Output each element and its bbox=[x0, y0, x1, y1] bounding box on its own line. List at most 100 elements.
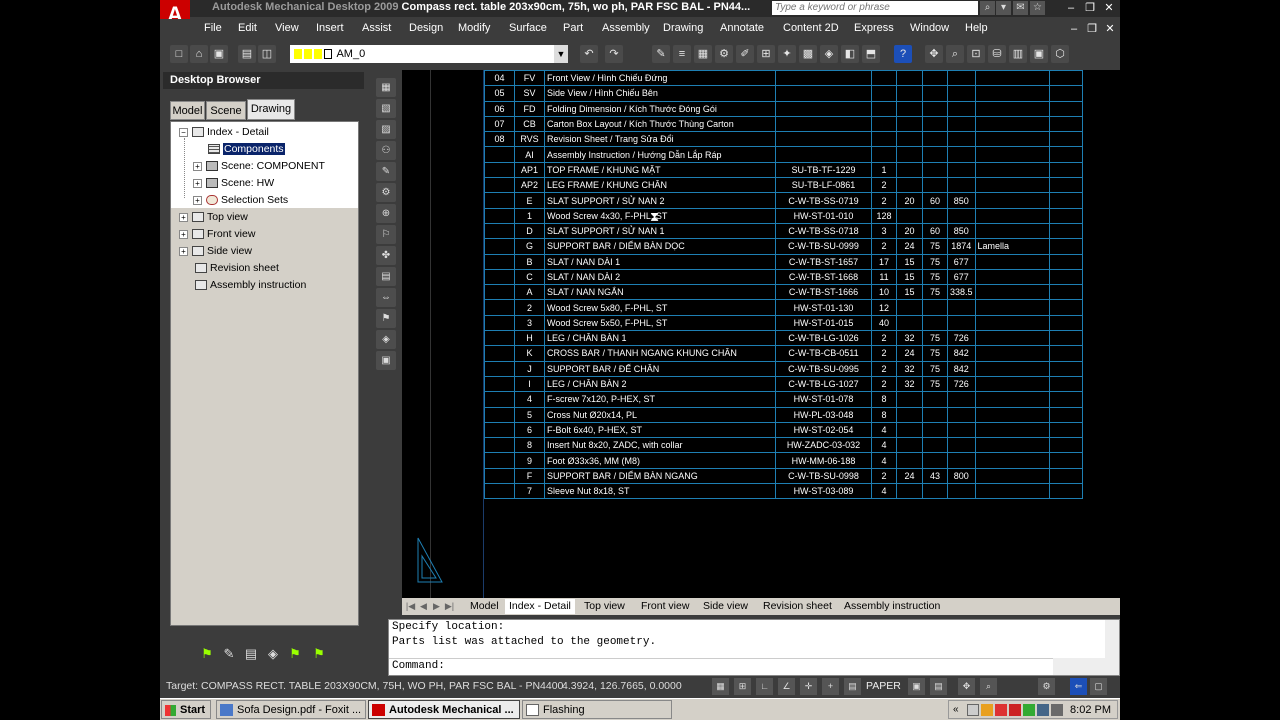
menu-modify[interactable]: Modify bbox=[458, 22, 490, 34]
parts-list-row[interactable]: J SUPPORT BAR / ĐẾ CHÂN C-W-TB-SU-0995 2 32 7… bbox=[484, 360, 1083, 377]
taskbar-foxit-reader[interactable]: Sofa Design.pdf - Foxit ... bbox=[216, 700, 366, 719]
chevron-down-icon[interactable]: ▼ bbox=[554, 45, 568, 63]
search-icon[interactable]: ⌕ bbox=[980, 1, 995, 15]
open-file-icon[interactable]: ⌂ bbox=[190, 45, 208, 63]
snap-toggle-icon[interactable]: ▦ bbox=[712, 678, 729, 695]
edit-dims-icon[interactable]: ⇔ bbox=[376, 288, 396, 307]
parts-list-row[interactable]: 5 Cross Nut Ø20x14, PL HW-PL-03-048 8 bbox=[484, 406, 1083, 423]
tab-model[interactable]: Model bbox=[170, 101, 205, 120]
drawing-canvas[interactable]: ⧗ 04 FV Front View / Hình Chiếu Đứng 05 SV Si… bbox=[402, 70, 1120, 598]
drawing-tool-1-icon[interactable]: ✎ bbox=[652, 45, 670, 63]
menu-part[interactable]: Part bbox=[563, 22, 583, 34]
menu-design[interactable]: Design bbox=[409, 22, 443, 34]
menu-edit[interactable]: Edit bbox=[238, 22, 257, 34]
drawing-tool-5-icon[interactable]: ✐ bbox=[736, 45, 754, 63]
drawing-tool-11-icon[interactable]: ⬒ bbox=[862, 45, 880, 63]
menu-content-2d[interactable]: Content 2D bbox=[783, 22, 839, 34]
last-tab-icon[interactable]: ▶| bbox=[444, 600, 455, 612]
ortho-toggle-icon[interactable]: ∟ bbox=[756, 678, 773, 695]
zoom-icon[interactable]: ⌕ bbox=[946, 45, 964, 63]
tab-top-view[interactable]: Top view bbox=[580, 599, 629, 614]
tree-item-top-view[interactable]: + Top view bbox=[179, 210, 248, 224]
drawing-tool-9-icon[interactable]: ◈ bbox=[820, 45, 838, 63]
collapse-icon[interactable]: − bbox=[179, 127, 188, 137]
coordinate-readout[interactable]: 4.3924, 126.7665, 0.0000 bbox=[562, 680, 682, 692]
communication-center-icon[interactable]: ✉ bbox=[1013, 1, 1028, 15]
zoom-window-icon[interactable]: ⊡ bbox=[967, 45, 985, 63]
help-icon[interactable]: ? bbox=[894, 45, 912, 63]
parts-list-row[interactable]: A SLAT / NAN NGẮN C-W-TB-ST-1666 10 15 75 338.… bbox=[484, 284, 1083, 301]
minimize-button[interactable]: – bbox=[1062, 1, 1080, 15]
drawing-tool-3-icon[interactable]: ▦ bbox=[694, 45, 712, 63]
parts-list-row[interactable]: I LEG / CHÂN BÀN 2 C-W-TB-LG-1027 2 32 75 726 bbox=[484, 375, 1083, 393]
drawing-tool-10-icon[interactable]: ◧ bbox=[841, 45, 859, 63]
parts-list-row[interactable]: H LEG / CHÂN BÀN 1 C-W-TB-LG-1026 2 32 75 726 bbox=[484, 330, 1083, 347]
parts-list-row[interactable]: B SLAT / NAN DÀI 1 C-W-TB-ST-1657 17 15 75 677 bbox=[484, 253, 1083, 270]
preview-icon[interactable]: ◫ bbox=[258, 45, 276, 63]
edit-view-icon[interactable]: ▧ bbox=[376, 99, 396, 118]
next-tab-icon[interactable]: ▶ bbox=[431, 600, 442, 612]
menu-annotate[interactable]: Annotate bbox=[720, 22, 764, 34]
symbol-icon[interactable]: ✤ bbox=[376, 246, 396, 265]
parts-list-row[interactable]: 08 RVS Revision Sheet / Trang Sửa Đổi bbox=[484, 131, 1083, 148]
hole-note-icon[interactable]: ⊕ bbox=[376, 204, 396, 223]
parts-list-row[interactable]: 07 CB Carton Box Layout / Kích Thước Thùng… bbox=[484, 115, 1083, 133]
parts-list-row[interactable]: G SUPPORT BAR / DIỂM BÀN DỌC C-W-TB-SU-099… bbox=[484, 238, 1083, 255]
tray-app-1-icon[interactable] bbox=[967, 704, 979, 716]
drawing-tool-6-icon[interactable]: ⊞ bbox=[757, 45, 775, 63]
tree-item-components[interactable]: Components bbox=[208, 142, 285, 156]
taskbar-flashing[interactable]: Flashing bbox=[522, 700, 672, 719]
polar-toggle-icon[interactable]: ∠ bbox=[778, 678, 795, 695]
dropdown-icon[interactable]: ▾ bbox=[996, 1, 1011, 15]
menu-drawing[interactable]: Drawing bbox=[663, 22, 703, 34]
doc-minimize-button[interactable]: – bbox=[1066, 22, 1082, 36]
menu-file[interactable]: File bbox=[204, 22, 222, 34]
expand-icon[interactable]: + bbox=[179, 229, 188, 239]
volume-icon[interactable] bbox=[1051, 704, 1063, 716]
parts-list-row[interactable]: AP2 LEG FRAME / KHUNG CHÂN SU-TB-LF-0861 2 bbox=[484, 177, 1083, 194]
expand-icon[interactable]: + bbox=[193, 161, 202, 171]
menu-express[interactable]: Express bbox=[854, 22, 894, 34]
tray-app-4-icon[interactable] bbox=[1009, 704, 1021, 716]
3d-view-icon[interactable]: ⬡ bbox=[1051, 45, 1069, 63]
design-center-icon[interactable]: ⛁ bbox=[988, 45, 1006, 63]
parts-list-row[interactable]: C SLAT / NAN DÀI 2 C-W-TB-ST-1668 11 15 75 677 bbox=[484, 268, 1083, 286]
tree-item-scene-hw[interactable]: + Scene: HW bbox=[193, 176, 274, 190]
parts-list-table[interactable]: 04 FV Front View / Hình Chiếu Đứng 05 SV Side… bbox=[484, 70, 1083, 500]
tab-scene[interactable]: Scene bbox=[206, 101, 246, 120]
command-prompt[interactable]: Command: bbox=[392, 660, 445, 672]
update-icon[interactable]: ⚑ bbox=[286, 645, 304, 663]
lineweight-toggle-icon[interactable]: ▤ bbox=[844, 678, 861, 695]
drawing-tool-7-icon[interactable]: ✦ bbox=[778, 45, 796, 63]
parts-list-row[interactable]: 7 Sleeve Nut 8x18, ST HW-ST-03-089 4 bbox=[484, 483, 1083, 500]
balloon-icon[interactable]: ⚐ bbox=[376, 225, 396, 244]
prev-tab-icon[interactable]: ◀ bbox=[418, 600, 429, 612]
expand-icon[interactable]: + bbox=[179, 246, 188, 256]
paper-space-toggle[interactable]: PAPER bbox=[866, 680, 901, 692]
move-view-icon[interactable]: ▨ bbox=[376, 120, 396, 139]
edit-icon[interactable]: ✎ bbox=[220, 645, 238, 663]
drawing-view-icon[interactable]: ◈ bbox=[264, 645, 282, 663]
quick-view-drawings-icon[interactable]: ▤ bbox=[930, 678, 947, 695]
tree-item-side-view[interactable]: + Side view bbox=[179, 244, 252, 258]
grid-toggle-icon[interactable]: ⊞ bbox=[734, 678, 751, 695]
tray-app-5-icon[interactable] bbox=[1023, 704, 1035, 716]
tree-item-selection-sets[interactable]: + Selection Sets bbox=[193, 193, 288, 207]
parts-list-row[interactable]: 1 Wood Screw 4x30, F-PHL, ST HW-ST-01-010 1… bbox=[484, 207, 1083, 224]
first-tab-icon[interactable]: |◀ bbox=[405, 600, 416, 612]
parts-list-row[interactable]: AI Assembly Instruction / Hướng Dẫn Lắp R… bbox=[484, 146, 1083, 163]
menu-view[interactable]: View bbox=[275, 22, 299, 34]
parts-list-row[interactable]: K CROSS BAR / THANH NGANG KHUNG CHÂN C-W-T… bbox=[484, 345, 1083, 362]
new-view-icon[interactable]: ▦ bbox=[376, 78, 396, 97]
parts-list-row[interactable]: 06 FD Folding Dimension / Kích Thước Đóng … bbox=[484, 100, 1083, 117]
quick-view-layouts-icon[interactable]: ▣ bbox=[908, 678, 925, 695]
taskbar-mechanical-desktop[interactable]: Autodesk Mechanical ... bbox=[368, 700, 520, 719]
doc-close-button[interactable]: ✕ bbox=[1102, 22, 1118, 36]
drawing-tool-4-icon[interactable]: ⚙ bbox=[715, 45, 733, 63]
tab-drawing[interactable]: Drawing bbox=[247, 99, 295, 120]
tray-app-2-icon[interactable] bbox=[981, 704, 993, 716]
pan-icon[interactable]: ✥ bbox=[925, 45, 943, 63]
command-horizontal-scrollbar[interactable] bbox=[1053, 658, 1119, 675]
save-icon[interactable]: ▣ bbox=[210, 45, 228, 63]
workspace-icon[interactable]: ⚙ bbox=[1038, 678, 1055, 695]
